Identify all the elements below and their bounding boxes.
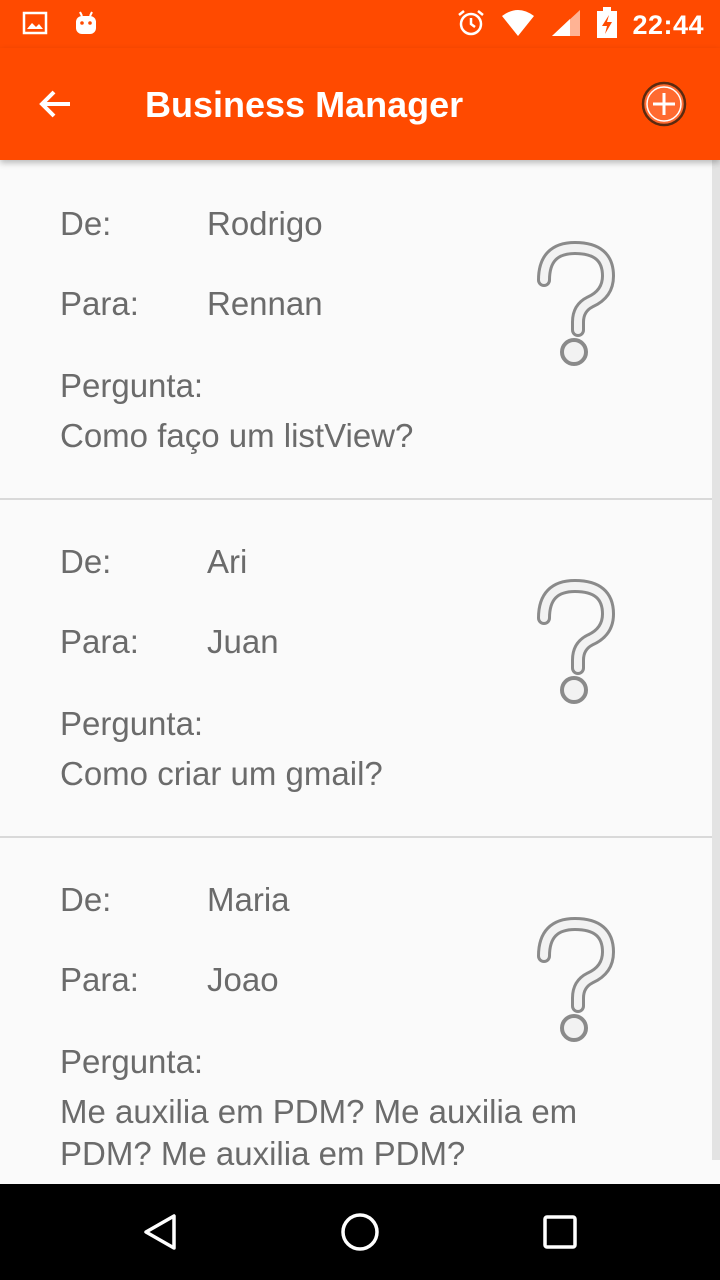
list-item[interactable]: De: Rodrigo Para: Rennan Pergunta: Como … (0, 160, 712, 500)
de-label: De: (60, 205, 112, 242)
question-mark-icon (530, 916, 620, 1046)
para-label: Para: (60, 285, 139, 322)
de-label: De: (60, 881, 112, 918)
de-value: Rodrigo (207, 205, 323, 242)
list-item[interactable]: De: Ari Para: Juan Pergunta: Como criar … (0, 498, 712, 838)
para-value: Juan (207, 623, 279, 660)
pergunta-label: Pergunta: (60, 367, 204, 404)
add-circle-icon[interactable] (640, 80, 688, 128)
list-item[interactable]: De: Maria Para: Joao Pergunta: Me auxili… (0, 836, 712, 1174)
para-value: Joao (207, 961, 279, 998)
para-label: Para: (60, 961, 139, 998)
pergunta-text: Como faço um listView? (60, 417, 414, 454)
status-time: 22:44 (632, 10, 704, 40)
image-icon (22, 10, 48, 41)
de-value: Maria (207, 881, 290, 918)
back-nav-icon[interactable] (138, 1210, 182, 1254)
alarm-icon (456, 8, 486, 43)
question-mark-icon (530, 240, 620, 370)
wifi-icon (500, 8, 536, 43)
question-list: De: Rodrigo Para: Rennan Pergunta: Como … (0, 160, 720, 1184)
pergunta-text: Como criar um gmail? (60, 755, 383, 792)
pergunta-label: Pergunta: (60, 705, 204, 742)
recents-nav-icon[interactable] (538, 1210, 582, 1254)
signal-icon (550, 8, 582, 43)
battery-charging-icon (596, 7, 618, 44)
para-value: Rennan (207, 285, 323, 322)
status-bar: 22:44 (0, 0, 720, 48)
app-toolbar: Business Manager (0, 48, 720, 160)
question-mark-icon (530, 578, 620, 708)
navigation-bar (0, 1184, 720, 1280)
android-icon (72, 9, 100, 42)
arrow-back-icon[interactable] (36, 84, 76, 124)
page-title: Business Manager (145, 84, 464, 125)
de-label: De: (60, 543, 112, 580)
de-value: Ari (207, 543, 248, 580)
pergunta-text: Me auxilia em PDM? Me auxilia em PDM? Me… (60, 1093, 578, 1172)
pergunta-label: Pergunta: (60, 1043, 204, 1080)
para-label: Para: (60, 623, 139, 660)
home-nav-icon[interactable] (338, 1210, 382, 1254)
